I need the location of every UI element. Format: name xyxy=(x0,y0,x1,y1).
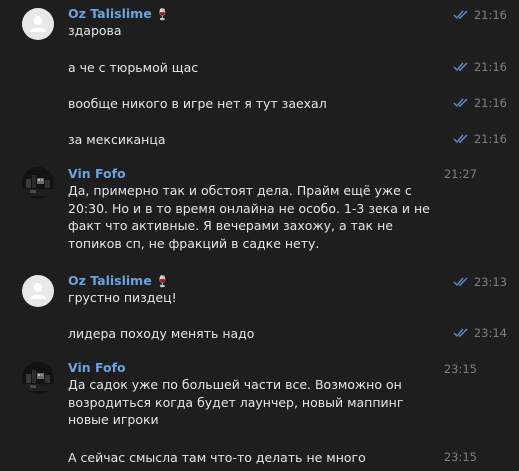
message-text: грустно пиздец! xyxy=(68,290,177,305)
sender-name[interactable]: Vin Fofo xyxy=(68,360,126,375)
message-text: Да садок уже по большей части все. Возмо… xyxy=(68,377,404,427)
sender-name[interactable]: Oz Talislime 🍷 xyxy=(68,6,169,21)
wine-glass-icon: 🍷 xyxy=(155,275,170,288)
profile-photo-icon xyxy=(22,362,54,394)
message-time: 21:27 xyxy=(443,167,477,181)
message-time: 21:16 xyxy=(473,132,507,146)
message-text: Да, примерно так и обстоят дела. Прайм е… xyxy=(68,183,430,251)
message-meta: 23:14 xyxy=(453,326,507,340)
message-text: А сейчас смысла там что-то делать не мно… xyxy=(68,450,366,465)
double-check-icon xyxy=(453,277,468,287)
double-check-icon xyxy=(453,98,468,108)
double-check-icon xyxy=(453,62,468,72)
double-check-icon xyxy=(453,10,468,20)
message-meta: 23:15 xyxy=(444,450,477,464)
double-check-icon xyxy=(453,328,468,338)
message-time: 21:16 xyxy=(473,96,507,110)
user-icon xyxy=(29,16,47,32)
chat-history[interactable]: Oz Talislime 🍷 здарова 21:16 а че с тюрьм… xyxy=(0,0,519,471)
message-meta: 21:16 xyxy=(453,96,507,110)
message-meta: 21:16 xyxy=(453,60,507,74)
wine-glass-icon: 🍷 xyxy=(155,8,170,21)
message-time: 23:14 xyxy=(473,326,507,340)
message-meta: 23:13 xyxy=(453,275,507,289)
profile-photo-icon xyxy=(22,167,54,199)
user-icon xyxy=(29,283,47,299)
double-check-icon xyxy=(453,134,468,144)
avatar[interactable] xyxy=(22,8,54,40)
message-time: 23:15 xyxy=(443,450,477,464)
message-text: а че с тюрьмой щас xyxy=(68,60,199,75)
message-text: лидера походу менять надо xyxy=(68,326,255,341)
message-meta: 21:16 xyxy=(453,8,507,22)
message-time: 21:16 xyxy=(473,60,507,74)
avatar[interactable] xyxy=(22,362,54,394)
avatar[interactable] xyxy=(22,275,54,307)
message-time: 23:13 xyxy=(473,275,507,289)
avatar[interactable] xyxy=(22,167,54,199)
message-meta: 21:16 xyxy=(453,132,507,146)
message-time: 23:15 xyxy=(443,362,477,376)
message-text: за мексиканца xyxy=(68,132,166,147)
message-time: 21:16 xyxy=(473,8,507,22)
message-meta: 23:15 xyxy=(444,362,477,376)
message-meta: 21:27 xyxy=(444,167,477,181)
sender-name[interactable]: Vin Fofo xyxy=(68,166,126,181)
message-text: здарова xyxy=(68,23,122,38)
sender-name[interactable]: Oz Talislime 🍷 xyxy=(68,273,169,288)
message-text: вообще никого в игре нет я тут заехал xyxy=(68,96,327,111)
